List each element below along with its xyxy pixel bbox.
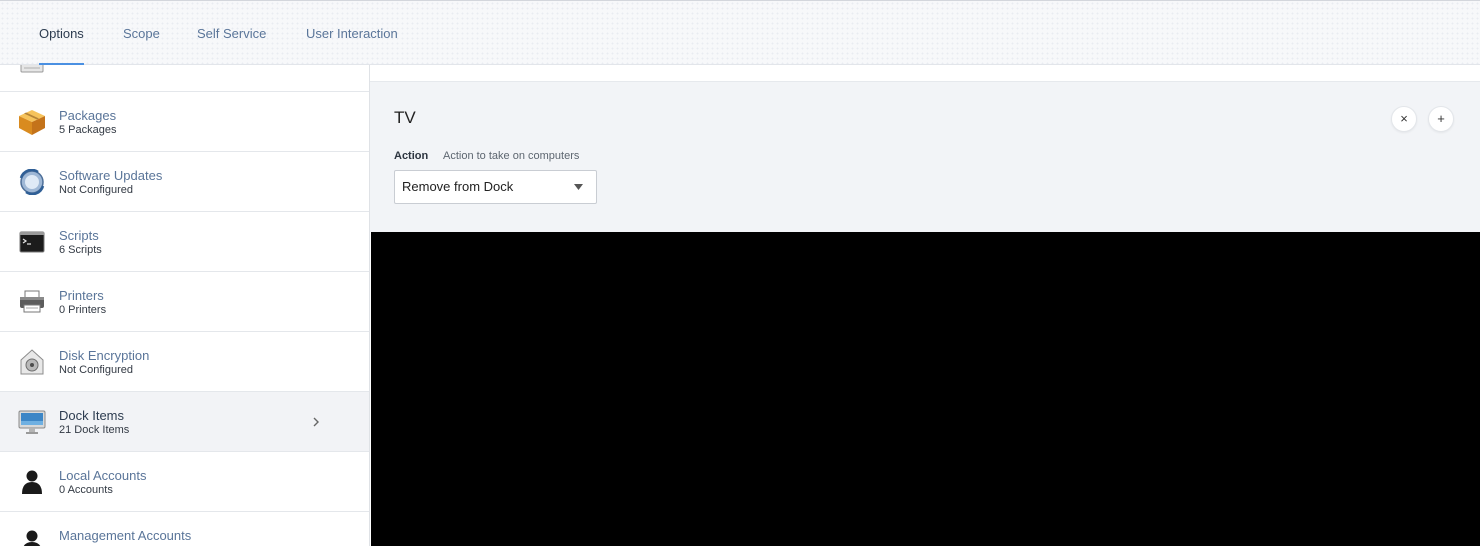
sidebar-item-subtitle: Not Configured [59, 184, 133, 196]
sidebar-item-title: Dock Items [59, 408, 125, 423]
sidebar-item-packages[interactable]: Packages 5 Packages [0, 92, 369, 152]
sidebar-item-subtitle: 6 Scripts [59, 244, 102, 256]
caret-down-icon [574, 184, 583, 190]
action-hint: Action to take on computers [443, 150, 580, 162]
action-select-value: Remove from Dock [402, 179, 514, 194]
package-icon [19, 110, 45, 135]
sidebar-item-subtitle: Not Configured [59, 364, 133, 376]
dock-item-panel: TV × + Action Action to take on computer… [370, 81, 1480, 232]
disk-encryption-icon [20, 349, 44, 375]
sidebar-item-management-accounts[interactable]: Management Accounts [0, 512, 369, 546]
terminal-icon [19, 231, 45, 253]
sidebar-item-local-accounts[interactable]: Local Accounts 0 Accounts [0, 452, 369, 512]
remove-item-button[interactable]: × [1391, 106, 1417, 132]
options-sidebar: Packages 5 Packages Software Updates Not… [0, 65, 370, 546]
sidebar-item-partial[interactable] [0, 65, 369, 92]
drive-icon [20, 65, 44, 73]
sidebar-item-title: Packages [59, 108, 117, 123]
tab-scope[interactable]: Scope [123, 1, 160, 65]
dock-items-content: TV × + Action Action to take on computer… [370, 65, 1480, 546]
sidebar-item-software-updates[interactable]: Software Updates Not Configured [0, 152, 369, 212]
action-label: Action [394, 150, 429, 162]
tab-user-interaction[interactable]: User Interaction [306, 1, 398, 65]
sidebar-item-title: Management Accounts [59, 528, 192, 543]
printer-icon [20, 290, 44, 313]
sidebar-item-printers[interactable]: Printers 0 Printers [0, 272, 369, 332]
dock-item-title: TV [394, 108, 416, 127]
action-select[interactable]: Remove from Dock [394, 170, 597, 204]
sidebar-item-subtitle: 0 Accounts [59, 484, 113, 496]
blank-region [371, 232, 1480, 546]
user-icon [22, 470, 42, 494]
sidebar-item-title: Scripts [59, 228, 99, 243]
tab-self-service[interactable]: Self Service [197, 1, 266, 65]
sidebar-item-subtitle: 5 Packages [59, 124, 117, 136]
sidebar-item-dock-items[interactable]: Dock Items 21 Dock Items [0, 392, 369, 452]
admin-user-icon [23, 530, 41, 546]
sidebar-item-title: Printers [59, 288, 104, 303]
sidebar-item-title: Local Accounts [59, 468, 147, 483]
sidebar-item-disk-encryption[interactable]: Disk Encryption Not Configured [0, 332, 369, 392]
add-item-button[interactable]: + [1428, 106, 1454, 132]
sidebar-item-title: Software Updates [59, 168, 163, 183]
chevron-right-icon [313, 417, 319, 427]
sidebar-item-subtitle: 21 Dock Items [59, 424, 130, 436]
monitor-icon [18, 410, 46, 434]
sidebar-item-title: Disk Encryption [59, 348, 150, 363]
tab-options[interactable]: Options [39, 1, 84, 65]
sidebar-item-subtitle: 0 Printers [59, 304, 107, 316]
sidebar-item-scripts[interactable]: Scripts 6 Scripts [0, 212, 369, 272]
software-update-icon [19, 169, 45, 195]
top-tab-bar: Options Scope Self Service User Interact… [0, 0, 1480, 65]
